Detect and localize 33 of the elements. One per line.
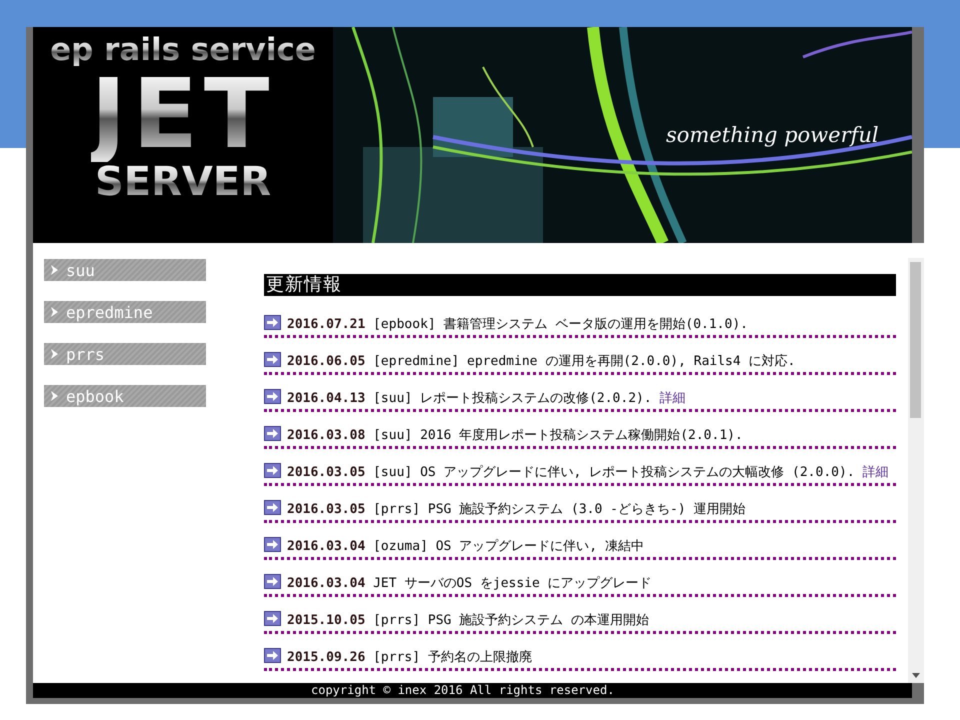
sidebar-link[interactable]: suu (44, 259, 206, 281)
arrow-icon (264, 463, 281, 478)
arrow-icon (264, 426, 281, 441)
news-item: 2016.06.05 [epredmine] epredmine の運用を再開(2.0.0), Rails4 に対応. (264, 349, 896, 375)
details-link[interactable]: 詳細 (862, 465, 888, 480)
scroll-thumb[interactable] (910, 262, 921, 418)
arrow-icon (264, 537, 281, 552)
copyright-text: copyright © inex 2016 All rights reserved. (33, 683, 912, 698)
section-heading: 更新情報 (264, 274, 896, 296)
news-item: 2015.10.05 [prrs] PSG 施設予約システム の本運用開始 (264, 608, 896, 634)
news-item: 2016.03.05 [prrs] PSG 施設予約システム (3.0 -どらきち-) 運用開始 (264, 497, 896, 523)
logo-text: ep rails service (50, 35, 316, 66)
arrow-icon (264, 648, 281, 663)
arrow-icon (264, 500, 281, 515)
sidebar-link[interactable]: epbook (44, 385, 206, 407)
arrow-icon (264, 574, 281, 589)
details-link[interactable]: 詳細 (660, 391, 686, 406)
news-item: 2016.07.21 [epbook] 書籍管理システム ベータ版の運用を開始(0.1.0). (264, 312, 896, 338)
news-item: 2016.03.08 [suu] 2016 年度用レポート投稿システム稼働開始(2.0.1). (264, 423, 896, 449)
arrow-icon (264, 315, 281, 330)
news-item: 2016.03.05 [suu] OS アップグレードに伴い, レポート投稿システムの大幅改修 (2.0.0). 詳細 (264, 460, 896, 486)
sidebar-link[interactable]: epredmine (44, 301, 206, 323)
tagline: something powerful (666, 123, 879, 147)
down-arrow-icon[interactable] (912, 673, 920, 678)
news-item: 2015.09.26 [prrs] 予約名の上限撤廃 (264, 645, 896, 671)
arrow-icon (264, 352, 281, 367)
scrollbar[interactable] (908, 258, 924, 683)
arrow-icon (264, 611, 281, 626)
arrow-icon (264, 389, 281, 404)
news-item: 2016.04.13 [suu] レポート投稿システムの改修(2.0.2). 詳細 (264, 386, 896, 412)
news-item: 2016.03.04 JET サーバのOS をjessie にアップグレード (264, 571, 896, 597)
news-item: 2016.03.04 [ozuma] OS アップグレードに伴い, 凍結中 (264, 534, 896, 560)
sidebar-link[interactable]: prrs (44, 343, 206, 365)
